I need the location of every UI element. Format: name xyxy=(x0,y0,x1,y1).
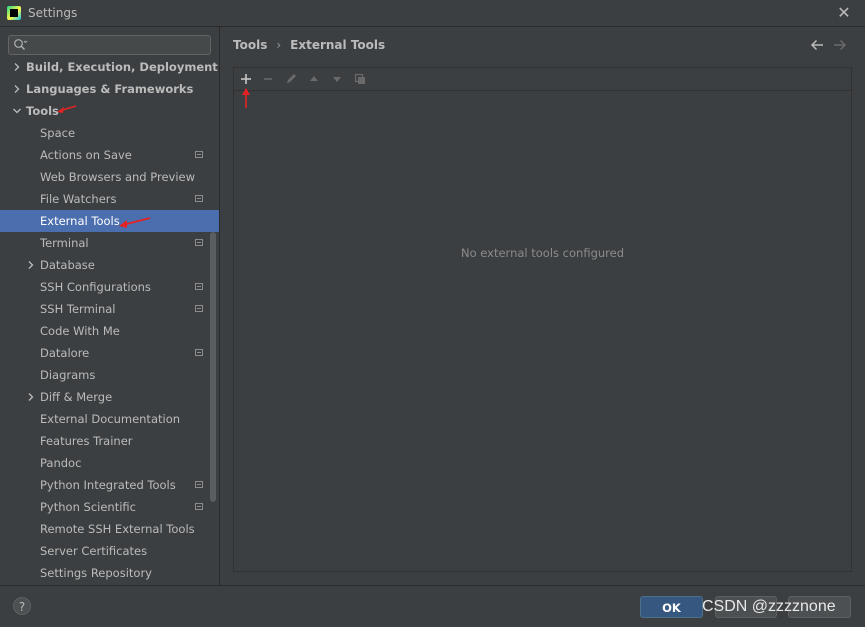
annotation-arrow-add xyxy=(242,88,250,108)
sidebar-item-label: Diff & Merge xyxy=(40,390,113,404)
sidebar-item-label: Diagrams xyxy=(40,368,96,382)
copy-icon[interactable] xyxy=(353,72,367,86)
chevron-right-icon[interactable] xyxy=(26,260,36,270)
ok-button[interactable]: OK xyxy=(640,596,703,618)
title-bar: Settings ✕ xyxy=(0,0,865,27)
edit-pencil-icon[interactable] xyxy=(284,72,298,86)
sidebar-item-label: Actions on Save xyxy=(40,148,132,162)
sidebar-item-server-certificates[interactable]: Server Certificates xyxy=(0,540,219,562)
chevron-right-icon[interactable] xyxy=(26,392,36,402)
empty-state-message: No external tools configured xyxy=(460,246,625,260)
chevron-right-icon[interactable] xyxy=(12,62,22,72)
settings-tree: Build, Execution, Deployment Languages & … xyxy=(0,56,219,584)
sidebar-item-label: Python Scientific xyxy=(40,500,136,514)
external-tools-panel: No external tools configured xyxy=(233,67,852,572)
project-level-icon xyxy=(195,239,203,246)
tools-toolbar xyxy=(234,68,851,91)
sidebar-item-label: Settings Repository xyxy=(40,566,152,580)
project-level-icon xyxy=(195,195,203,202)
remove-icon[interactable] xyxy=(261,72,275,86)
sidebar-item-pandoc[interactable]: Pandoc xyxy=(0,452,219,474)
window-title: Settings xyxy=(28,6,78,20)
sidebar-item-languages-frameworks[interactable]: Languages & Frameworks xyxy=(0,78,219,100)
sidebar-item-python-scientific[interactable]: Python Scientific xyxy=(0,496,219,518)
watermark-text: CSDN @zzzznone xyxy=(702,598,836,615)
sidebar-item-label: External Documentation xyxy=(40,412,181,426)
sidebar-item-label: Remote SSH External Tools xyxy=(40,522,195,536)
sidebar-item-web-browsers-and-preview[interactable]: Web Browsers and Preview xyxy=(0,166,219,188)
sidebar-item-actions-on-save[interactable]: Actions on Save xyxy=(0,144,219,166)
sidebar-item-label: Languages & Frameworks xyxy=(26,82,194,96)
search-icon xyxy=(14,39,27,50)
sidebar-item-label: Database xyxy=(40,258,95,272)
content-area: Tools › External Tools No external tools… xyxy=(220,27,865,585)
project-level-icon xyxy=(195,503,203,510)
sidebar-item-label: Web Browsers and Preview xyxy=(40,170,196,184)
settings-search-input[interactable] xyxy=(8,35,211,55)
sidebar-item-datalore[interactable]: Datalore xyxy=(0,342,219,364)
forward-arrow-icon[interactable] xyxy=(833,38,847,52)
sidebar-item-label: Terminal xyxy=(40,236,89,250)
sidebar-item-label: External Tools xyxy=(40,214,120,228)
back-arrow-icon[interactable] xyxy=(810,38,824,52)
sidebar-item-database[interactable]: Database xyxy=(0,254,219,276)
sidebar-item-file-watchers[interactable]: File Watchers xyxy=(0,188,219,210)
sidebar-item-settings-repository[interactable]: Settings Repository xyxy=(0,562,219,584)
settings-window: Settings ✕ Build, Execution, Deployment L… xyxy=(0,0,865,627)
sidebar-item-label: Build, Execution, Deployment xyxy=(26,60,218,74)
pycharm-logo-icon xyxy=(7,6,21,20)
sidebar-item-code-with-me[interactable]: Code With Me xyxy=(0,320,219,342)
sidebar-item-label: Python Integrated Tools xyxy=(40,478,176,492)
sidebar-item-diagrams[interactable]: Diagrams xyxy=(0,364,219,386)
project-level-icon xyxy=(195,481,203,488)
close-icon[interactable]: ✕ xyxy=(835,4,853,22)
sidebar-item-label: File Watchers xyxy=(40,192,117,206)
sidebar-item-external-documentation[interactable]: External Documentation xyxy=(0,408,219,430)
breadcrumb-separator: › xyxy=(276,38,282,52)
breadcrumb: Tools › External Tools xyxy=(233,38,385,52)
sidebar-item-remote-ssh-external-tools[interactable]: Remote SSH External Tools xyxy=(0,518,219,540)
sidebar-item-label: SSH Terminal xyxy=(40,302,116,316)
sidebar-item-label: Datalore xyxy=(40,346,90,360)
sidebar-item-ssh-terminal[interactable]: SSH Terminal xyxy=(0,298,219,320)
dialog-footer: ? OK CSDN @zzzznone xyxy=(0,585,865,627)
project-level-icon xyxy=(195,349,203,356)
project-level-icon xyxy=(195,151,203,158)
settings-sidebar: Build, Execution, Deployment Languages & … xyxy=(0,27,220,585)
add-icon[interactable] xyxy=(239,72,253,86)
move-down-icon[interactable] xyxy=(330,72,344,86)
sidebar-item-features-trainer[interactable]: Features Trainer xyxy=(0,430,219,452)
sidebar-item-tools[interactable]: Tools xyxy=(0,100,219,122)
sidebar-item-label: Space xyxy=(40,126,76,140)
sidebar-item-label: Features Trainer xyxy=(40,434,133,448)
sidebar-item-external-tools[interactable]: External Tools xyxy=(0,210,219,232)
project-level-icon xyxy=(195,283,203,290)
sidebar-item-space[interactable]: Space xyxy=(0,122,219,144)
move-up-icon[interactable] xyxy=(307,72,321,86)
chevron-down-icon[interactable] xyxy=(12,106,22,116)
project-level-icon xyxy=(195,305,203,312)
sidebar-item-label: Code With Me xyxy=(40,324,120,338)
breadcrumb-current: External Tools xyxy=(290,38,386,52)
chevron-right-icon[interactable] xyxy=(12,84,22,94)
sidebar-item-build-execution-deployment[interactable]: Build, Execution, Deployment xyxy=(0,56,219,78)
sidebar-item-python-integrated-tools[interactable]: Python Integrated Tools xyxy=(0,474,219,496)
sidebar-item-label: Tools xyxy=(26,104,59,118)
sidebar-item-label: Pandoc xyxy=(40,456,82,470)
sidebar-item-label: Server Certificates xyxy=(40,544,148,558)
help-button[interactable]: ? xyxy=(13,597,31,615)
sidebar-item-ssh-configurations[interactable]: SSH Configurations xyxy=(0,276,219,298)
sidebar-item-terminal[interactable]: Terminal xyxy=(0,232,219,254)
sidebar-item-label: SSH Configurations xyxy=(40,280,151,294)
sidebar-item-diff-merge[interactable]: Diff & Merge xyxy=(0,386,219,408)
breadcrumb-parent[interactable]: Tools xyxy=(233,38,267,52)
sidebar-scrollbar[interactable] xyxy=(210,232,216,502)
